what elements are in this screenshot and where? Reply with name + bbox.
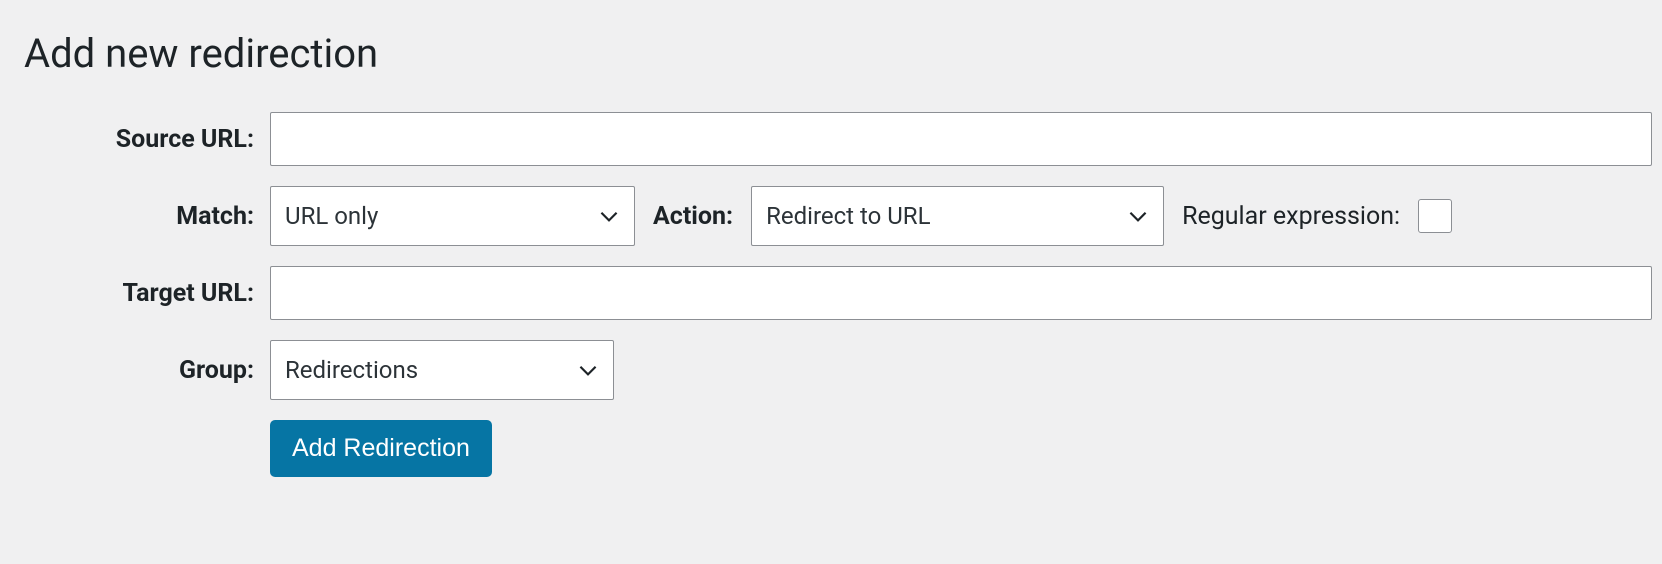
chevron-down-icon: [1125, 203, 1151, 229]
page-title: Add new redirection: [24, 30, 1662, 77]
match-label: Match:: [24, 176, 270, 256]
action-select-value: Redirect to URL: [766, 202, 930, 230]
add-redirection-button[interactable]: Add Redirection: [270, 420, 492, 477]
redirection-form: Source URL: Match: URL only Action:: [24, 102, 1662, 487]
source-url-input[interactable]: [270, 112, 1652, 166]
group-select[interactable]: Redirections: [270, 340, 614, 400]
group-select-value: Redirections: [285, 356, 418, 384]
match-select-value: URL only: [285, 202, 378, 230]
source-url-label: Source URL:: [24, 102, 270, 176]
regex-label: Regular expression:: [1182, 202, 1400, 231]
regex-checkbox[interactable]: [1418, 199, 1452, 233]
target-url-input[interactable]: [270, 266, 1652, 320]
action-select[interactable]: Redirect to URL: [751, 186, 1164, 246]
target-url-label: Target URL:: [24, 256, 270, 330]
group-label: Group:: [24, 330, 270, 410]
chevron-down-icon: [575, 357, 601, 383]
action-label: Action:: [653, 202, 733, 231]
match-select[interactable]: URL only: [270, 186, 635, 246]
chevron-down-icon: [596, 203, 622, 229]
